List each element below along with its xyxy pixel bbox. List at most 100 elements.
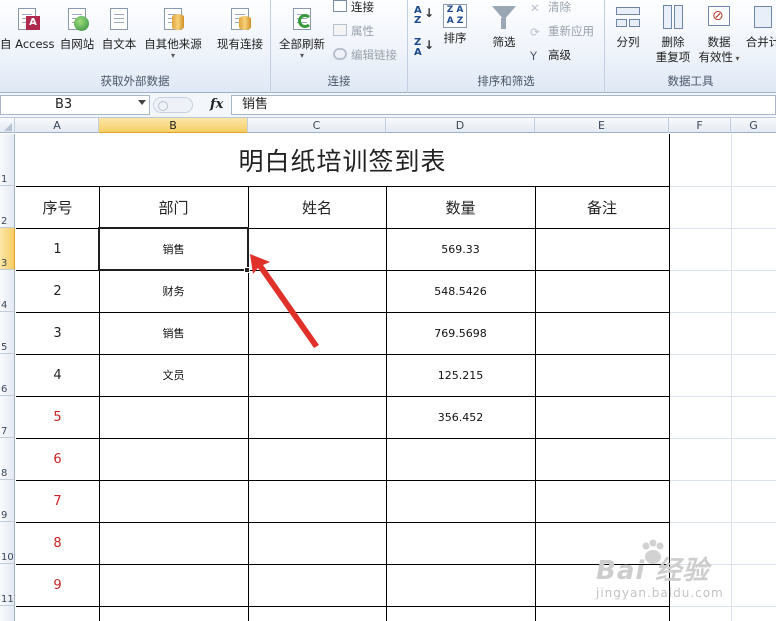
cell-serial[interactable]: 8 (16, 522, 99, 564)
clear-button[interactable]: ✕ 清除 (530, 0, 571, 16)
row-header-11[interactable]: 11 (0, 564, 15, 606)
watermark-url: jingyan.baidu.com (596, 586, 724, 600)
dropdown-arrow-icon: ▾ (299, 51, 304, 60)
formula-bar: B3 fx 销售 (0, 93, 776, 118)
insert-function-icon[interactable]: fx (210, 97, 223, 112)
group-get-external-data: A 自 Access 自网站 自文本 自其他来源 ▾ 现有连接 获取外部数据 (0, 0, 271, 93)
dropdown-arrow-icon: ▾ (732, 54, 740, 63)
advanced-filter-icon: Y (530, 49, 538, 63)
sort-az-icon[interactable]: A Z ↓ (414, 6, 434, 26)
column-header-c[interactable]: C (248, 118, 386, 133)
row-header-1[interactable]: 1 (0, 134, 15, 186)
sort-button[interactable]: Z AA Z 排序 (438, 4, 472, 46)
group-label-data-tools: 数据工具 (667, 74, 714, 88)
properties-icon (333, 24, 347, 36)
cell-quantity[interactable]: 356.452 (386, 396, 535, 438)
edit-links-button[interactable]: 编辑链接 (333, 46, 397, 64)
header-cell-department[interactable]: 部门 (99, 186, 248, 228)
formula-input[interactable]: 销售 (231, 95, 776, 115)
group-label-sort-filter: 排序和筛选 (477, 74, 535, 88)
from-access-button[interactable]: A 自 Access (0, 6, 55, 52)
remove-duplicates-icon (660, 4, 686, 32)
from-web-button[interactable]: 自网站 (56, 6, 98, 52)
data-validation-icon: ⊘ (706, 4, 732, 32)
column-header-a[interactable]: A (16, 118, 99, 133)
cell-quantity[interactable]: 569.33 (386, 228, 535, 270)
funnel-icon (491, 4, 517, 32)
refresh-all-button[interactable]: 全部刷新 ▾ (275, 6, 329, 60)
refresh-icon (289, 6, 315, 34)
clear-filter-icon: ✕ (530, 1, 540, 15)
group-data-tools: 分列 删除 重复项 ⊘ 数据 有效性 ▾ 合并计 数据工具 (605, 0, 776, 93)
header-cell-name[interactable]: 姓名 (248, 186, 386, 228)
header-cell-quantity[interactable]: 数量 (386, 186, 535, 228)
header-cell-note[interactable]: 备注 (535, 186, 669, 228)
column-header-f[interactable]: F (669, 118, 731, 133)
consolidate-button[interactable]: 合并计 (743, 4, 776, 50)
connections-button[interactable]: 连接 (333, 0, 374, 16)
cell-serial[interactable]: 4 (16, 354, 99, 396)
header-cell-serial[interactable]: 序号 (16, 186, 99, 228)
name-box[interactable]: B3 (0, 95, 150, 115)
row-header-8[interactable]: 8 (0, 438, 15, 480)
annotation-arrow-icon (250, 254, 319, 348)
sort-za-icon[interactable]: Z A ↓ (414, 38, 434, 58)
cell-quantity[interactable]: 769.5698 (386, 312, 535, 354)
cell-serial[interactable]: 5 (16, 396, 99, 438)
cell-serial[interactable]: 6 (16, 438, 99, 480)
row-header-3[interactable]: 3 (0, 228, 15, 270)
ribbon: A 自 Access 自网站 自文本 自其他来源 ▾ 现有连接 获取外部数据 全… (0, 0, 776, 93)
row-header-7[interactable]: 7 (0, 396, 15, 438)
row-header-4[interactable]: 4 (0, 270, 15, 312)
column-header-d[interactable]: D (386, 118, 535, 133)
cell-serial[interactable]: 9 (16, 564, 99, 606)
cell-serial[interactable]: 7 (16, 480, 99, 522)
cell-serial[interactable]: 3 (16, 312, 99, 354)
existing-connections-icon (227, 6, 253, 34)
select-all-corner[interactable] (0, 118, 15, 133)
from-text-button[interactable]: 自文本 (98, 6, 140, 52)
row-header-5[interactable]: 5 (0, 312, 15, 354)
advanced-filter-button[interactable]: Y 高级 (530, 46, 571, 64)
column-headers: A B C D E F G (0, 118, 776, 133)
from-other-sources-button[interactable]: 自其他来源 ▾ (140, 6, 206, 60)
remove-duplicates-button[interactable]: 删除 重复项 (651, 4, 695, 66)
cell-department[interactable]: 文员 (99, 354, 248, 396)
filter-button[interactable]: 筛选 (486, 4, 522, 50)
name-box-dropdown-icon[interactable] (138, 100, 146, 105)
cell-department[interactable]: 销售 (99, 312, 248, 354)
group-label-get-external-data: 获取外部数据 (100, 74, 170, 88)
database-icon (160, 6, 186, 34)
row-header-6[interactable]: 6 (0, 354, 15, 396)
active-cell-selection[interactable] (98, 227, 249, 271)
cell-quantity[interactable]: 125.215 (386, 354, 535, 396)
data-validation-button[interactable]: ⊘ 数据 有效性 ▾ (697, 4, 741, 67)
sort-dialog-icon: Z AA Z (443, 4, 467, 28)
properties-button[interactable]: 属性 (333, 22, 374, 40)
row-header-12[interactable] (0, 606, 15, 621)
cell-department[interactable]: 财务 (99, 270, 248, 312)
cell-quantity[interactable]: 548.5426 (386, 270, 535, 312)
cell-serial[interactable]: 2 (16, 270, 99, 312)
reapply-button[interactable]: ⟳ 重新应用 (530, 22, 594, 40)
consolidate-icon (750, 4, 776, 32)
text-to-columns-button[interactable]: 分列 (611, 4, 645, 50)
column-header-e[interactable]: E (535, 118, 669, 133)
reapply-icon: ⟳ (530, 25, 540, 39)
column-header-b[interactable]: B (99, 118, 248, 133)
existing-connections-button[interactable]: 现有连接 (212, 6, 268, 52)
row-header-9[interactable]: 9 (0, 480, 15, 522)
text-to-columns-icon (615, 4, 641, 32)
cell-serial[interactable]: 1 (16, 228, 99, 270)
row-header-2[interactable]: 2 (0, 186, 15, 228)
group-label-connections: 连接 (327, 74, 351, 88)
chain-link-icon (333, 48, 347, 60)
row-header-10[interactable]: 10 (0, 522, 15, 564)
access-icon: A (14, 6, 40, 34)
group-connections: 全部刷新 ▾ 连接 属性 编辑链接 连接 (271, 0, 408, 93)
column-header-g[interactable]: G (731, 118, 776, 133)
formula-bar-resize-handle[interactable] (153, 97, 193, 113)
baidu-jingyan-watermark: Bai 经验 jingyan.baidu.com (590, 536, 740, 616)
dropdown-arrow-icon: ▾ (170, 51, 175, 60)
sheet-title[interactable]: 明白纸培训签到表 (16, 134, 669, 186)
